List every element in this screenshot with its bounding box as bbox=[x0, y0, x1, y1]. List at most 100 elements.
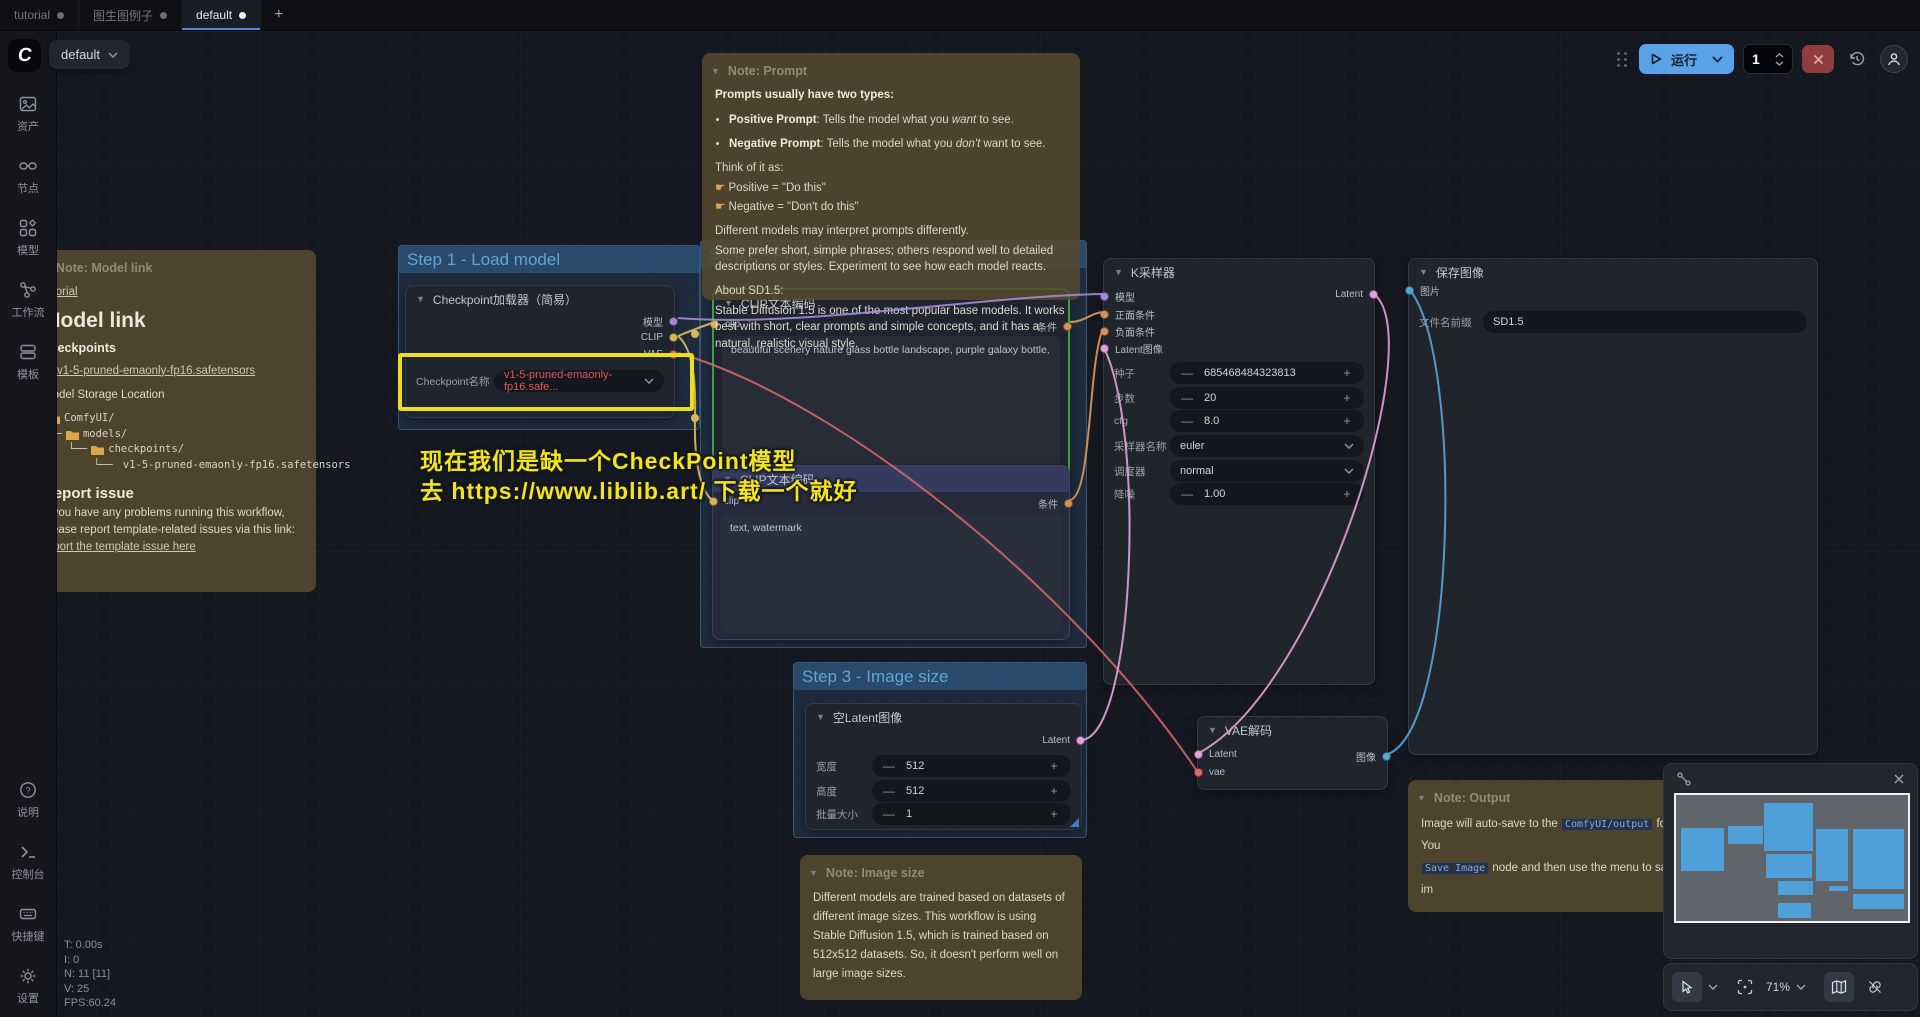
pointer-tool-button[interactable] bbox=[1672, 972, 1702, 1002]
sidebar-item-console[interactable]: 控制台 bbox=[0, 831, 56, 893]
decrement-button[interactable]: — bbox=[882, 807, 896, 821]
input-image[interactable]: 图片 bbox=[1405, 283, 1440, 298]
sidebar-item-help[interactable]: ? 说明 bbox=[0, 769, 56, 831]
collapse-icon[interactable]: ▼ bbox=[416, 294, 425, 304]
port-dot[interactable] bbox=[1100, 310, 1109, 319]
drag-handle-icon[interactable] bbox=[1617, 52, 1628, 67]
port-dot[interactable] bbox=[1369, 290, 1378, 299]
filename-prefix-input[interactable]: SD1.5 bbox=[1483, 311, 1807, 333]
input-model[interactable]: 模型 bbox=[1100, 289, 1135, 304]
sidebar-item-assets[interactable]: 资产 bbox=[0, 83, 56, 145]
note-image-size[interactable]: ▼Note: Image size Different models are t… bbox=[800, 855, 1082, 1000]
sidebar-item-settings[interactable]: 设置 bbox=[0, 955, 56, 1017]
height-widget[interactable]: —512+ bbox=[872, 780, 1071, 802]
input-latent-image[interactable]: Latent图像 bbox=[1100, 341, 1163, 356]
minimap-toggle-button[interactable] bbox=[1824, 972, 1854, 1002]
increment-button[interactable]: + bbox=[1340, 391, 1354, 405]
width-widget[interactable]: —512+ bbox=[872, 755, 1071, 777]
resize-handle[interactable] bbox=[1070, 818, 1079, 827]
sidebar-item-workflows[interactable]: 工作流 bbox=[0, 269, 56, 331]
port-dot[interactable] bbox=[1382, 752, 1391, 761]
collapse-icon[interactable]: ▼ bbox=[1419, 267, 1428, 277]
port-dot[interactable] bbox=[1100, 292, 1109, 301]
increment-button[interactable]: + bbox=[1047, 807, 1061, 821]
decrement-button[interactable]: — bbox=[1180, 414, 1194, 428]
sidebar-item-models[interactable]: 模型 bbox=[0, 207, 56, 269]
node-vae-decode[interactable]: ▼VAE解码 Latent vae 图像 bbox=[1197, 716, 1388, 790]
workflow-selector[interactable]: default bbox=[49, 40, 130, 69]
tab-tutorial[interactable]: tutorial bbox=[0, 0, 79, 30]
port-dot[interactable] bbox=[669, 333, 678, 342]
tab-img2img-example[interactable]: 图生图例子 bbox=[79, 0, 182, 30]
batch-size-widget[interactable]: —1+ bbox=[872, 803, 1071, 825]
history-button[interactable] bbox=[1843, 45, 1871, 73]
clear-queue-button[interactable] bbox=[1802, 45, 1834, 73]
collapse-icon[interactable]: ▼ bbox=[809, 868, 818, 878]
collapse-icon[interactable]: ▼ bbox=[1114, 267, 1123, 277]
output-model[interactable]: 模型 bbox=[643, 314, 678, 329]
run-button[interactable]: 运行 bbox=[1639, 44, 1734, 74]
zoom-level[interactable]: 71% bbox=[1766, 980, 1790, 994]
collapse-icon[interactable]: ▼ bbox=[1417, 793, 1426, 803]
output-latent[interactable]: Latent bbox=[1335, 289, 1378, 300]
batch-count-stepper[interactable]: 1 bbox=[1743, 44, 1793, 74]
seed-widget[interactable]: —685468484323813+ bbox=[1170, 362, 1364, 384]
sampler-combo[interactable]: euler bbox=[1170, 435, 1364, 457]
increment-button[interactable]: + bbox=[1047, 759, 1061, 773]
input-positive[interactable]: 正面条件 bbox=[1100, 307, 1155, 322]
toggle-links-button[interactable] bbox=[1860, 972, 1890, 1002]
increment-button[interactable]: + bbox=[1340, 366, 1354, 380]
collapse-icon[interactable]: ▼ bbox=[816, 712, 825, 722]
minimap-viewport[interactable] bbox=[1674, 793, 1910, 923]
decrement-button[interactable]: — bbox=[1180, 391, 1194, 405]
decrement-button[interactable]: — bbox=[882, 759, 896, 773]
input-latent[interactable]: Latent bbox=[1194, 749, 1237, 760]
sidebar-item-nodes[interactable]: 节点 bbox=[0, 145, 56, 207]
increment-button[interactable]: + bbox=[1047, 784, 1061, 798]
port-dot[interactable] bbox=[1194, 768, 1203, 777]
denoise-widget[interactable]: —1.00+ bbox=[1170, 483, 1364, 505]
collapse-icon[interactable]: ▼ bbox=[1208, 725, 1217, 735]
sidebar-item-shortcuts[interactable]: 快捷键 bbox=[0, 893, 56, 955]
input-vae[interactable]: vae bbox=[1194, 767, 1225, 778]
node-empty-latent-image[interactable]: ▼空Latent图像 Latent 宽度 —512+ 高度 —512+ 批量大小… bbox=[805, 703, 1082, 830]
node-ksampler[interactable]: ▼K采样器 模型 正面条件 负面条件 Latent图像 Latent 种子 —6… bbox=[1103, 258, 1375, 685]
port-dot[interactable] bbox=[1405, 286, 1414, 295]
increment-button[interactable]: + bbox=[1340, 487, 1354, 501]
steps-widget[interactable]: —20+ bbox=[1170, 387, 1364, 409]
port-dot[interactable] bbox=[1100, 327, 1109, 336]
group-step1-title[interactable]: Step 1 - Load model bbox=[399, 246, 699, 273]
user-avatar[interactable] bbox=[1880, 45, 1908, 73]
group-step3-title[interactable]: Step 3 - Image size bbox=[794, 663, 1086, 690]
chevron-down-icon[interactable] bbox=[1708, 984, 1718, 990]
note-model-link[interactable]: ▼Note: Model link tutorial Model link ch… bbox=[30, 250, 316, 592]
scheduler-combo[interactable]: normal bbox=[1170, 460, 1364, 482]
cfg-widget[interactable]: —8.0+ bbox=[1170, 410, 1364, 432]
output-latent[interactable]: Latent bbox=[1042, 735, 1085, 746]
input-negative[interactable]: 负面条件 bbox=[1100, 324, 1155, 339]
report-issue-link[interactable]: report the template issue here bbox=[43, 541, 196, 553]
port-dot[interactable] bbox=[669, 317, 678, 326]
graph-icon[interactable] bbox=[1676, 771, 1692, 787]
port-dot[interactable] bbox=[1076, 736, 1085, 745]
fit-view-button[interactable] bbox=[1730, 972, 1760, 1002]
port-dot[interactable] bbox=[1100, 344, 1109, 353]
prompt-textarea[interactable]: text, watermark bbox=[721, 514, 1061, 633]
collapse-icon[interactable]: ▼ bbox=[711, 66, 720, 76]
decrement-button[interactable]: — bbox=[1180, 366, 1194, 380]
chevron-down-icon[interactable] bbox=[1775, 61, 1784, 66]
output-clip[interactable]: CLIP bbox=[641, 332, 678, 343]
port-dot[interactable] bbox=[1064, 499, 1073, 508]
chevron-down-icon[interactable] bbox=[1712, 56, 1723, 63]
new-tab-button[interactable]: + bbox=[261, 0, 296, 30]
node-save-image[interactable]: ▼保存图像 图片 文件名前缀 SD1.5 bbox=[1408, 258, 1818, 755]
comfyui-logo[interactable]: C bbox=[8, 39, 41, 72]
increment-button[interactable]: + bbox=[1340, 414, 1354, 428]
chevron-up-icon[interactable] bbox=[1775, 53, 1784, 58]
output-image[interactable]: 图像 bbox=[1356, 749, 1391, 764]
checkpoint-download-link[interactable]: v1-5-pruned-emaonly-fp16.safetensors bbox=[57, 365, 255, 377]
port-dot[interactable] bbox=[1194, 750, 1203, 759]
output-conditioning[interactable]: 条件 bbox=[1038, 496, 1073, 511]
chevron-down-icon[interactable] bbox=[1796, 984, 1806, 990]
tab-default[interactable]: default bbox=[182, 0, 261, 30]
